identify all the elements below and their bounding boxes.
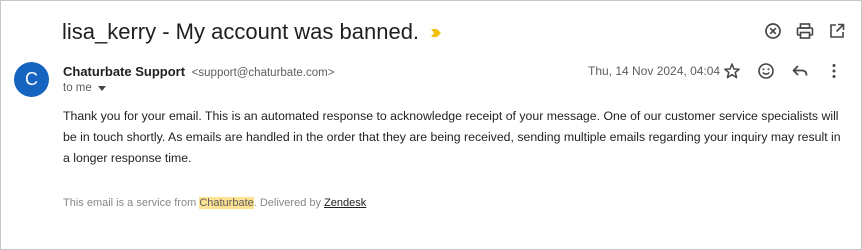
close-circle-icon[interactable] [763, 21, 783, 41]
email-footer: This email is a service from Chaturbate.… [63, 197, 366, 209]
footer-middle: . Delivered by [253, 197, 325, 209]
star-icon[interactable] [722, 61, 742, 81]
open-in-new-window-icon[interactable] [827, 21, 847, 41]
chevron-down-icon [97, 85, 106, 91]
email-date: Thu, 14 Nov 2024, 04:04 [588, 64, 721, 78]
reply-icon[interactable] [790, 61, 810, 81]
thread-toolbar [763, 21, 847, 41]
recipient-label: to me [63, 82, 92, 94]
email-body: Thank you for your email. This is an aut… [63, 109, 841, 165]
subject-row: lisa_kerry - My account was banned. [62, 15, 442, 49]
print-icon[interactable] [795, 21, 815, 41]
avatar[interactable]: C [14, 62, 49, 97]
message-actions [722, 61, 844, 81]
sender-line: Chaturbate Support <support@chaturbate.c… [63, 64, 334, 79]
email-subject: lisa_kerry - My account was banned. [62, 19, 420, 44]
avatar-letter: C [25, 69, 38, 89]
footer-prefix: This email is a service from [63, 197, 200, 209]
sender-name[interactable]: Chaturbate Support [63, 64, 185, 79]
sender-email: <support@chaturbate.com> [191, 67, 335, 79]
importance-marker-icon[interactable] [430, 26, 442, 38]
recipient-details-toggle[interactable]: to me [63, 82, 106, 94]
emoji-icon[interactable] [756, 61, 776, 81]
email-view: lisa_kerry - My account was banned. C Ch… [0, 0, 862, 250]
more-vert-icon[interactable] [824, 61, 844, 81]
footer-brand: Chaturbate [199, 197, 254, 209]
zendesk-link[interactable]: Zendesk [324, 197, 366, 209]
